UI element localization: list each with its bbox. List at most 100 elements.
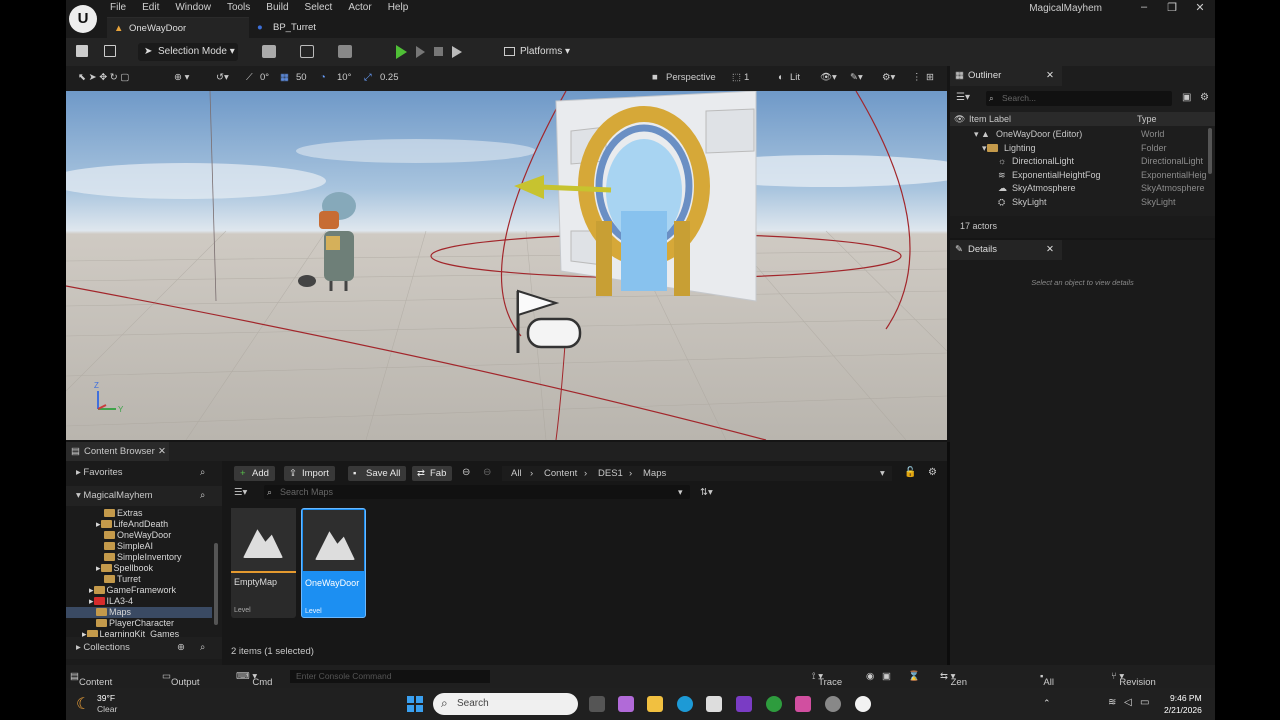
more-icon[interactable]: ⋮ — [912, 72, 922, 83]
menu-help[interactable]: Help — [380, 1, 417, 15]
tree-item[interactable]: SimpleAI — [104, 541, 153, 552]
volume-icon[interactable]: ◁ — [1124, 697, 1132, 708]
menu-window[interactable]: Window — [167, 1, 219, 15]
all-saved-button[interactable]: ▪ All Saved — [1040, 671, 1070, 699]
filter-icon[interactable]: ☰▾ — [234, 487, 247, 498]
unreal-logo-icon[interactable]: U — [69, 5, 97, 33]
menu-actor[interactable]: Actor — [340, 1, 379, 15]
search-icon[interactable]: ⌕ — [200, 463, 205, 483]
add-icon[interactable]: ⊕ — [177, 637, 185, 659]
derived-data-icon[interactable]: ⌛ — [908, 671, 920, 682]
fab-button[interactable]: ⇄ Fab — [412, 466, 453, 481]
filter-icon[interactable]: ☰▾ — [956, 92, 970, 103]
close-icon[interactable]: ✕ — [1046, 240, 1054, 260]
settings-icon[interactable]: ⚙▾ — [882, 72, 895, 83]
clock-time[interactable]: 9:46 PM — [1170, 693, 1202, 703]
tree-item-selected[interactable]: Maps — [66, 607, 212, 618]
menu-build[interactable]: Build — [258, 1, 296, 15]
gear-icon[interactable]: ⚙ — [928, 467, 937, 478]
tab-content-browser[interactable]: ▤ Content Browser ✕ — [66, 442, 169, 461]
browse-icon[interactable] — [104, 45, 116, 57]
save-all-button[interactable]: ▪ Save All — [348, 466, 407, 481]
save-icon[interactable] — [76, 45, 88, 57]
search-icon[interactable]: ⌕ — [200, 486, 205, 506]
tree-item[interactable]: SimpleInventory — [104, 552, 182, 563]
record-icon[interactable]: ◉ — [866, 671, 874, 682]
asset-search-input[interactable]: ⌕ Search Maps ▾ — [264, 485, 690, 499]
selection-mode-dropdown[interactable]: ➤ Selection Mode ▾ — [138, 43, 238, 61]
maximize-button[interactable]: ❐ — [1162, 1, 1182, 14]
outliner-search-input[interactable]: ⌕ Search... — [986, 91, 1172, 106]
tab-onewaydoor[interactable]: ▲ OneWayDoor — [107, 17, 249, 38]
angle-snap-icon[interactable]: ◔ — [320, 72, 326, 83]
zen-server-dropdown[interactable]: ⇆ Zen Server ▾ — [940, 671, 979, 699]
project-section[interactable]: ▾ MagicalMayhem ⌕ — [66, 486, 222, 506]
folder-add-icon[interactable]: ▣ — [1182, 92, 1191, 103]
col-item-label[interactable]: Item Label — [969, 112, 1011, 126]
store-icon[interactable] — [706, 696, 722, 712]
content-drawer-button[interactable]: ▤ Content Drawer — [70, 671, 112, 699]
search-icon[interactable]: ⌕ — [200, 637, 205, 659]
menu-tools[interactable]: Tools — [219, 1, 258, 15]
panel-divider[interactable] — [947, 442, 950, 665]
scale-snap-value[interactable]: 0.25 — [380, 72, 399, 83]
tree-item[interactable]: ▸ ILA3-4 — [89, 596, 133, 607]
console-input[interactable]: Enter Console Command — [290, 670, 490, 683]
import-button[interactable]: ⇪ Import — [284, 466, 335, 481]
menu-file[interactable]: File — [102, 1, 134, 15]
tree-item[interactable]: ▸ Spellbook — [96, 563, 153, 574]
battery-icon[interactable]: ▭ — [1140, 697, 1149, 708]
forward-icon[interactable]: ⊖ — [483, 467, 491, 478]
back-icon[interactable]: ⊖ — [462, 467, 470, 478]
minimize-button[interactable]: – — [1134, 1, 1154, 13]
cinematics-icon[interactable] — [338, 45, 352, 58]
screenshot-icon[interactable]: ▣ — [882, 671, 891, 682]
col-type[interactable]: Type — [1137, 112, 1157, 126]
realtime-icon[interactable]: ✎▾ — [850, 72, 863, 83]
weather-icon[interactable]: ☾ — [76, 694, 90, 714]
copilot-icon[interactable] — [618, 696, 634, 712]
outliner-row[interactable]: ▾ ▲ OneWayDoor (Editor) World — [950, 128, 1215, 142]
cmd-dropdown[interactable]: ⌨ Cmd ▾ — [236, 671, 272, 688]
outliner-row[interactable]: ≋ ExponentialHeightFog ExponentialHeig — [950, 169, 1215, 183]
revision-control-button[interactable]: ⑂ Revision Control ▾ — [1111, 671, 1156, 699]
xbox-icon[interactable] — [766, 696, 782, 712]
angle-snap-value[interactable]: 10° — [337, 72, 351, 83]
tree-scrollbar[interactable] — [214, 543, 218, 625]
tree-item[interactable]: Turret — [104, 574, 141, 585]
tree-item[interactable]: PlayerCharacter — [96, 618, 174, 629]
add-actor-icon[interactable] — [262, 45, 276, 58]
app-icon[interactable] — [736, 696, 752, 712]
collections-section[interactable]: ▸ Collections ⊕ ⌕ — [66, 637, 222, 659]
close-icon[interactable]: ✕ — [1046, 66, 1054, 86]
tree-item[interactable]: OneWayDoor — [104, 530, 171, 541]
chevron-down-icon[interactable]: ▾ — [880, 466, 885, 481]
breadcrumb-all[interactable]: All — [511, 466, 522, 481]
edge-icon[interactable] — [677, 696, 693, 712]
close-icon[interactable]: ✕ — [158, 442, 166, 461]
scale-snap-icon[interactable]: ⤢ — [364, 72, 372, 83]
play-icon[interactable] — [396, 45, 407, 59]
wifi-icon[interactable]: ≋ — [1108, 697, 1116, 708]
windows-start-icon[interactable] — [407, 696, 423, 712]
chrome-icon[interactable] — [825, 696, 841, 712]
tree-item[interactable]: ▸ LifeAndDeath — [96, 519, 168, 530]
chevron-up-icon[interactable]: ⌃ — [1043, 698, 1051, 709]
lock-icon[interactable]: 🔓 — [904, 467, 916, 478]
platforms-dropdown[interactable]: Platforms ▾ — [504, 43, 570, 61]
tab-details[interactable]: ✎ Details ✕ — [950, 240, 1062, 260]
asset-tile-selected[interactable]: OneWayDoor Level — [301, 508, 366, 618]
task-view-icon[interactable] — [589, 696, 605, 712]
level-viewport[interactable]: Z Y — [66, 91, 947, 440]
show-icon[interactable]: 👁▾ — [820, 72, 837, 83]
outliner-scrollbar[interactable] — [1208, 128, 1212, 174]
camera-speed-value[interactable]: 1 — [744, 72, 749, 83]
gear-icon[interactable]: ⚙ — [1200, 92, 1209, 103]
tree-item[interactable]: Extras — [104, 508, 143, 519]
rotate-icon[interactable]: ↺▾ — [216, 72, 229, 83]
close-button[interactable]: ✕ — [1190, 1, 1210, 14]
tab-outliner[interactable]: ▦ Outliner ✕ — [950, 66, 1062, 86]
output-log-button[interactable]: ▭ Output Log — [162, 671, 200, 699]
outliner-row[interactable]: ⛭ SkyLight SkyLight — [950, 196, 1215, 210]
asset-tile[interactable]: EmptyMap Level — [231, 508, 296, 618]
